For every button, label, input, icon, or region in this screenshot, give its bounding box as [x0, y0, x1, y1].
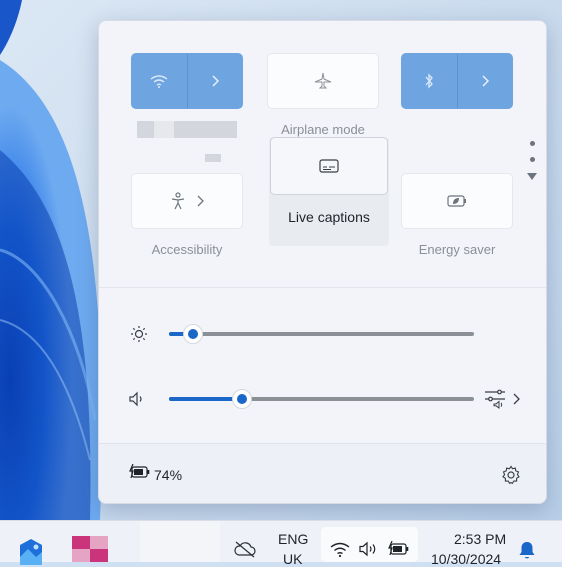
- page-indicator[interactable]: [527, 141, 537, 180]
- volume-icon: [359, 541, 376, 557]
- captions-icon: [319, 159, 339, 173]
- app-icon[interactable]: [72, 536, 108, 562]
- onedrive-offline-icon[interactable]: [233, 540, 257, 558]
- live-captions-label: Live captions: [288, 209, 370, 225]
- battery-charging-icon[interactable]: [129, 464, 151, 480]
- quick-settings-footer: 74%: [99, 443, 546, 503]
- brightness-track[interactable]: [169, 324, 474, 344]
- language-code: ENG: [278, 531, 309, 547]
- bluetooth-toggle[interactable]: [402, 54, 458, 108]
- system-tray-quick-settings-button[interactable]: [321, 527, 418, 562]
- keyboard-layout: UK: [283, 551, 303, 567]
- brightness-slider-thumb[interactable]: [183, 324, 204, 344]
- wifi-icon: [151, 75, 168, 88]
- chevron-right-icon: [482, 75, 489, 87]
- notification-bell-icon[interactable]: [518, 541, 536, 561]
- accessibility-label: Accessibility: [151, 242, 223, 257]
- volume-slider-thumb[interactable]: [232, 389, 253, 409]
- energy-saver-label: Energy saver: [418, 242, 496, 257]
- wifi-network-name-redacted-fragment: [154, 121, 174, 138]
- quick-settings-panel: Airplane mode Accessibility Live caption…: [98, 20, 547, 504]
- energy-saver-tile[interactable]: [401, 173, 513, 229]
- wifi-icon: [330, 542, 350, 557]
- section-divider: [99, 287, 546, 288]
- brightness-icon: [131, 326, 147, 342]
- input-language-indicator[interactable]: ENG UK: [276, 531, 310, 567]
- airplane-mode-tile[interactable]: [267, 53, 379, 109]
- bluetooth-tile: [401, 53, 513, 109]
- brightness-row: [99, 319, 546, 349]
- live-captions-tile[interactable]: [270, 137, 388, 195]
- accessibility-icon: [171, 192, 185, 210]
- chevron-right-icon: [197, 195, 204, 207]
- page-dot[interactable]: [529, 157, 535, 162]
- chevron-right-icon: [212, 75, 219, 87]
- clock-time: 2:53 PM: [454, 531, 507, 547]
- clock-date: 10/30/2024: [431, 551, 502, 567]
- audio-mixer-icon: [485, 389, 505, 409]
- bluetooth-expand-button[interactable]: [458, 54, 512, 108]
- volume-row: [99, 384, 546, 414]
- battery-charging-icon: [388, 541, 409, 556]
- taskbar-app-placeholder[interactable]: [140, 521, 220, 562]
- quick-settings-tiles: Airplane mode Accessibility Live caption…: [99, 21, 546, 287]
- chevron-right-icon: [513, 393, 520, 405]
- wifi-status-redacted: [205, 154, 221, 162]
- taskbar: ENG UK 2:53 PM 10/30/2024: [0, 520, 562, 567]
- next-page-icon[interactable]: [527, 173, 537, 180]
- page-dot[interactable]: [529, 141, 535, 146]
- settings-gear-icon[interactable]: [501, 465, 521, 485]
- volume-track[interactable]: [169, 389, 474, 409]
- airplane-mode-label: Airplane mode: [281, 122, 365, 137]
- speaker-icon[interactable]: [129, 391, 145, 407]
- energy-saver-icon: [447, 195, 466, 207]
- clock-date-button[interactable]: 2:53 PM 10/30/2024: [428, 531, 512, 567]
- battery-percentage[interactable]: 74%: [154, 467, 182, 483]
- airplane-icon: [314, 72, 332, 89]
- bluetooth-icon: [425, 73, 434, 89]
- wifi-toggle[interactable]: [132, 54, 188, 108]
- wifi-expand-button[interactable]: [188, 54, 242, 108]
- wifi-tile: [131, 53, 243, 109]
- wifi-network-name-redacted: [137, 121, 237, 138]
- audio-output-button[interactable]: [484, 388, 520, 410]
- accessibility-tile[interactable]: [131, 173, 243, 229]
